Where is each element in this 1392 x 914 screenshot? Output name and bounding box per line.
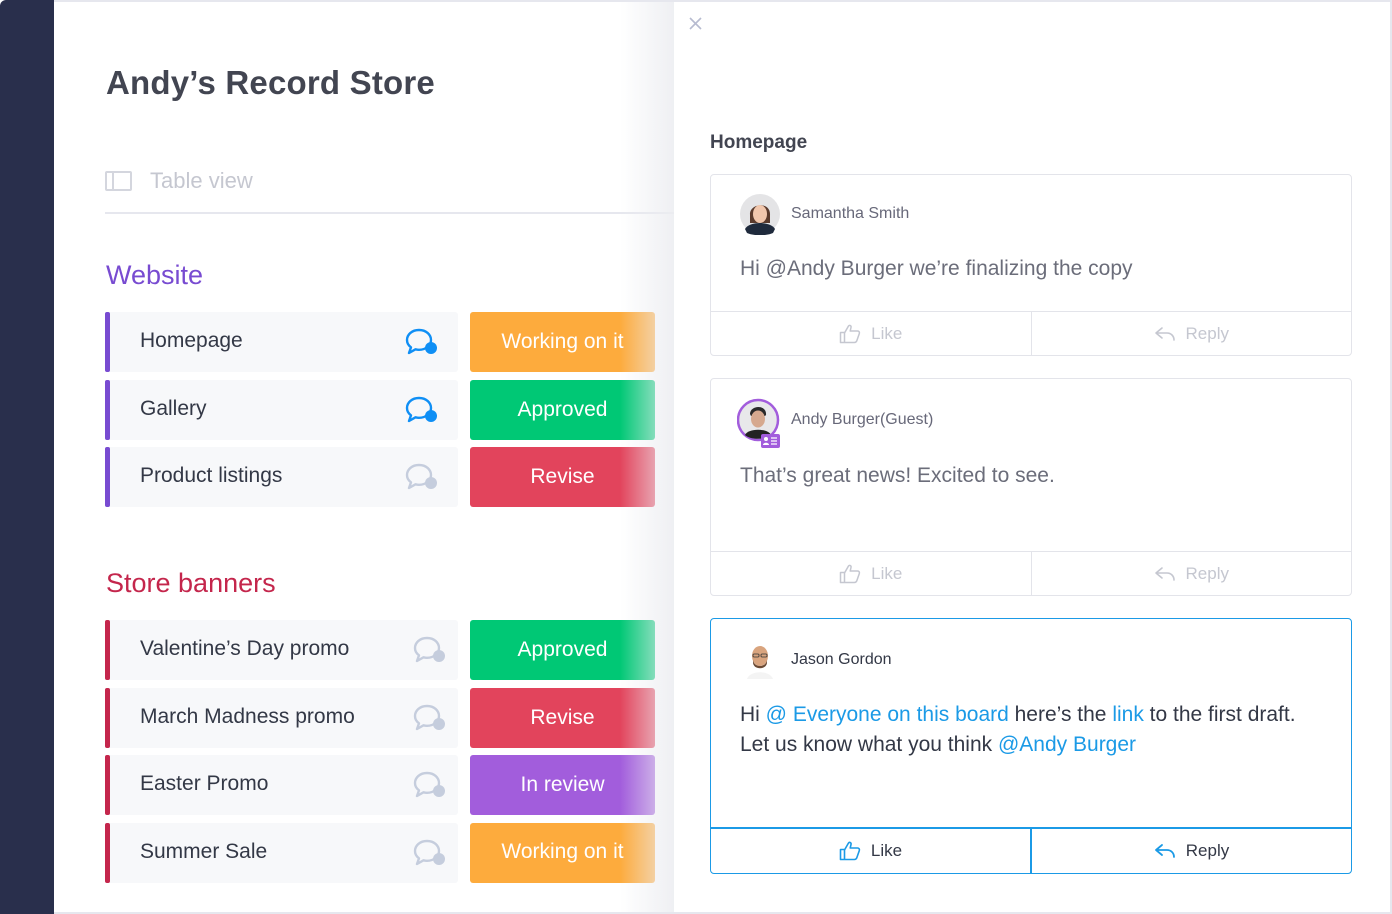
like-label: Like [871, 563, 903, 583]
reply-button[interactable]: Reply [1030, 552, 1352, 595]
update-card: Andy Burger(Guest) That’s great news! Ex… [710, 378, 1352, 596]
board-item-row[interactable]: Homepage Working on it [105, 312, 655, 372]
board-item-row[interactable]: Valentine’s Day promo Approved [105, 620, 655, 680]
item-name-cell[interactable]: Homepage [105, 312, 458, 372]
item-name-cell[interactable]: Easter Promo [105, 755, 458, 815]
group-color-bar [105, 687, 110, 748]
reply-arrow-icon [1154, 326, 1175, 341]
update-actions: Like Reply [711, 311, 1351, 355]
board-item-row[interactable]: Easter Promo In review [105, 755, 655, 815]
item-name: Summer Sale [140, 839, 268, 863]
board-item-row[interactable]: Gallery Approved [105, 379, 655, 440]
board-item-row[interactable]: March Madness promo Revise [105, 687, 655, 748]
update-text: That’s great news! Excited to see. [740, 464, 1055, 487]
item-name: Easter Promo [140, 772, 269, 795]
group-title-website[interactable]: Website [106, 260, 203, 291]
close-panel-button[interactable] [686, 14, 706, 34]
left-navigation-rail [0, 0, 54, 914]
thumbs-up-icon [839, 564, 861, 583]
updates-bubble-icon[interactable] [413, 704, 447, 732]
item-name-cell[interactable]: Gallery [105, 379, 458, 440]
updates-bubble-icon-active[interactable] [405, 328, 439, 356]
panel-item-title: Homepage [710, 132, 808, 153]
update-author: Jason Gordon [739, 639, 892, 681]
reply-label: Reply [1185, 563, 1229, 583]
avatar-photo-icon [740, 640, 780, 680]
author-name: Jason Gordon [791, 651, 892, 668]
table-view-label: Table view [150, 168, 253, 193]
item-name: Valentine’s Day promo [140, 637, 350, 660]
update-author: Andy Burger(Guest) [737, 398, 934, 448]
like-button[interactable]: Like [711, 829, 1030, 873]
table-view-icon [105, 171, 132, 191]
group-title-store-banners[interactable]: Store banners [106, 568, 276, 599]
item-name: Product listings [140, 464, 283, 487]
avatar[interactable] [739, 193, 781, 236]
board-title: Andy’s Record Store [106, 64, 435, 101]
group-color-bar [105, 312, 110, 372]
update-author: Samantha Smith [739, 193, 910, 236]
update-actions: Like Reply [711, 551, 1351, 595]
group-color-bar [105, 447, 110, 507]
like-label: Like [871, 323, 903, 343]
avatar[interactable] [737, 398, 781, 448]
author-name: Samantha Smith [791, 205, 910, 222]
group-color-bar [105, 822, 110, 883]
avatar-photo-icon [737, 398, 780, 448]
update-text: Hi [740, 703, 766, 726]
item-name: Homepage [140, 329, 243, 352]
app-window: Andy’s Record Store Table view Website H… [0, 0, 1392, 914]
group-color-bar [105, 620, 110, 680]
like-label: Like [870, 841, 903, 860]
item-name-cell[interactable]: March Madness promo [105, 687, 458, 748]
board: Andy’s Record Store Table view Website H… [54, 2, 674, 912]
reply-arrow-icon [1154, 844, 1175, 858]
thumbs-up-icon [839, 841, 861, 861]
board-item-row[interactable]: Summer Sale Working on it [105, 822, 655, 883]
item-name-cell[interactable]: Product listings [105, 447, 458, 507]
update-card-active[interactable]: Jason Gordon Hi @ Everyone on this board… [710, 618, 1352, 874]
mention-link[interactable]: @Andy Burger [998, 733, 1136, 756]
reply-button[interactable]: Reply [1030, 829, 1351, 873]
update-actions: Like Reply [711, 827, 1351, 873]
update-text: Hi @Andy Burger we’re finalizing the cop… [740, 257, 1133, 280]
reply-arrow-icon [1154, 566, 1175, 581]
mention-link[interactable]: @ Everyone on this board [766, 703, 1009, 726]
reply-label: Reply [1185, 323, 1229, 343]
author-name: Andy Burger(Guest) [791, 411, 934, 428]
updates-bubble-icon-active[interactable] [405, 396, 439, 424]
avatar-photo-icon [740, 194, 780, 236]
board-item-row[interactable]: Product listings Revise [105, 447, 655, 507]
panel-shadow [620, 2, 676, 912]
item-name: March Madness promo [140, 704, 355, 728]
like-button[interactable]: Like [711, 312, 1031, 355]
update-body: Hi @Andy Burger we’re finalizing the cop… [740, 254, 1311, 284]
group-color-bar [105, 755, 110, 815]
close-icon [689, 17, 702, 30]
item-name-cell[interactable]: Valentine’s Day promo [105, 620, 458, 680]
thumbs-up-icon [839, 324, 861, 343]
table-view-tab[interactable]: Table view [105, 168, 253, 194]
reply-label: Reply [1185, 841, 1230, 860]
updates-bubble-icon[interactable] [405, 463, 439, 491]
group-color-bar [105, 379, 110, 440]
mention-link[interactable]: link [1112, 703, 1144, 726]
updates-bubble-icon[interactable] [413, 771, 447, 799]
item-name-cell[interactable]: Summer Sale [105, 822, 458, 883]
updates-bubble-icon[interactable] [413, 839, 447, 867]
updates-bubble-icon[interactable] [413, 636, 447, 664]
reply-button[interactable]: Reply [1030, 312, 1352, 355]
item-name: Gallery [140, 396, 207, 420]
updates-panel: Homepage Samantha Smith Hi @Andy Burger … [674, 2, 1390, 912]
update-body: That’s great news! Excited to see. [740, 461, 1311, 491]
update-card: Samantha Smith Hi @Andy Burger we’re fin… [710, 174, 1352, 356]
avatar[interactable] [739, 639, 781, 681]
like-button[interactable]: Like [711, 552, 1031, 595]
update-text: here’s the [1008, 703, 1113, 726]
view-divider [105, 212, 674, 214]
update-body: Hi @ Everyone on this board here’s the l… [740, 700, 1311, 760]
